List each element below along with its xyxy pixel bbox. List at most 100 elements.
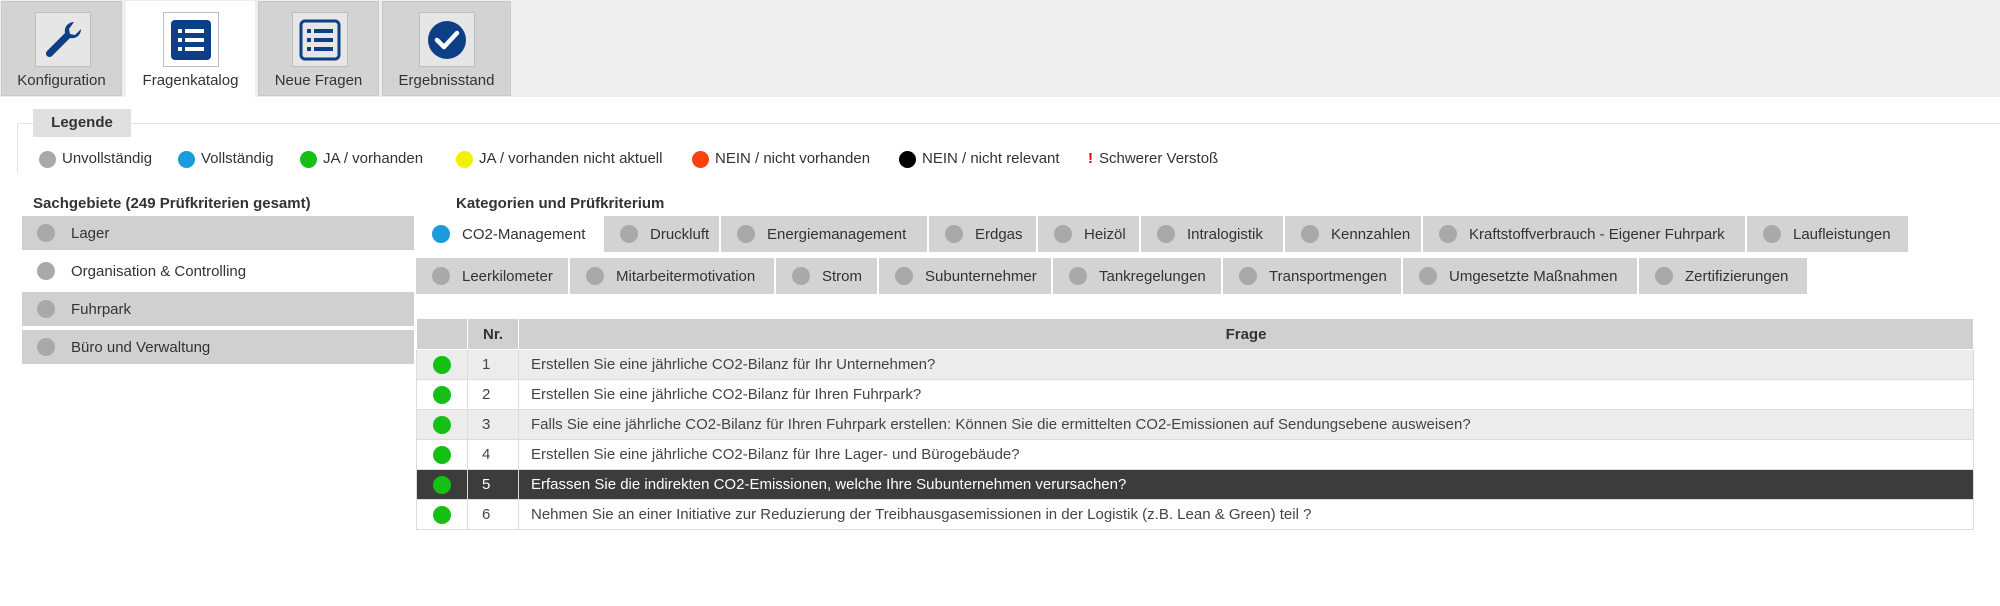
status-dot-icon	[37, 224, 55, 242]
legend-item-schwerer-verstoss: ! Schwerer Verstoß	[1088, 150, 1219, 167]
table-header-row: Nr. Frage	[416, 318, 1974, 350]
question-number: 6	[467, 499, 519, 530]
status-dot-icon	[39, 150, 56, 168]
column-header-frage: Frage	[518, 318, 1974, 350]
status-dot-icon	[1239, 267, 1257, 285]
question-text: Erstellen Sie eine jährliche CO2-Bilanz …	[518, 349, 1974, 380]
category-tab-umgesetzte-massnahmen[interactable]: Umgesetzte Maßnahmen	[1403, 258, 1639, 294]
status-yes-icon	[433, 445, 451, 464]
category-tab-intralogistik[interactable]: Intralogistik	[1141, 216, 1285, 252]
category-tab-mitarbeitermotivation[interactable]: Mitarbeitermotivation	[570, 258, 776, 294]
question-text: Erstellen Sie eine jährliche CO2-Bilanz …	[518, 379, 1974, 410]
category-tab-laufleistungen[interactable]: Laufleistungen	[1747, 216, 1910, 252]
question-number: 1	[467, 349, 519, 380]
status-dot-icon	[792, 267, 810, 285]
question-number: 3	[467, 409, 519, 440]
status-dot-icon	[692, 150, 709, 168]
status-dot-icon	[37, 262, 55, 280]
legend-item-unvollstaendig: Unvollständig	[39, 149, 152, 169]
category-tab-energiemanagement[interactable]: Energiemanagement	[721, 216, 929, 252]
table-row[interactable]: 1 Erstellen Sie eine jährliche CO2-Bilan…	[416, 349, 1974, 380]
status-dot-icon	[895, 267, 913, 285]
question-number: 4	[467, 439, 519, 470]
status-dot-icon	[456, 150, 473, 168]
tab-ergebnisstand[interactable]: Ergebnisstand	[382, 1, 511, 96]
status-dot-icon	[586, 267, 604, 285]
category-tab-zertifizierungen[interactable]: Zertifizierungen	[1639, 258, 1807, 294]
question-text: Erfassen Sie die indirekten CO2-Emission…	[518, 469, 1974, 500]
status-dot-icon	[1054, 225, 1072, 243]
table-row[interactable]: 2 Erstellen Sie eine jährliche CO2-Bilan…	[416, 379, 1974, 410]
sidebar-item-lager[interactable]: Lager	[22, 216, 414, 252]
question-number: 5	[467, 469, 519, 500]
question-text: Erstellen Sie eine jährliche CO2-Bilanz …	[518, 439, 1974, 470]
sachgebiete-title: Sachgebiete (249 Prüfkriterien gesamt)	[33, 195, 311, 212]
column-header-status	[416, 318, 468, 350]
tab-label: Fragenkatalog	[142, 72, 239, 89]
status-yes-icon	[433, 385, 451, 404]
sidebar-item-organisation-controlling[interactable]: Organisation & Controlling	[22, 254, 414, 290]
question-text: Nehmen Sie an einer Initiative zur Reduz…	[518, 499, 1974, 530]
table-row-selected[interactable]: 5 Erfassen Sie die indirekten CO2-Emissi…	[416, 469, 1974, 500]
wrench-icon	[35, 12, 91, 67]
tab-label: Neue Fragen	[274, 72, 363, 89]
legend-item-ja-vorhanden: JA / vorhanden	[300, 149, 423, 169]
category-tab-erdgas[interactable]: Erdgas	[929, 216, 1038, 252]
status-dot-icon	[1301, 225, 1319, 243]
status-dot-icon	[1655, 267, 1673, 285]
category-tab-druckluft[interactable]: Druckluft	[604, 216, 721, 252]
legend-item-vollstaendig: Vollständig	[178, 149, 274, 169]
status-dot-icon	[1439, 225, 1457, 243]
question-text: Falls Sie eine jährliche CO2-Bilanz für …	[518, 409, 1974, 440]
question-number: 2	[467, 379, 519, 410]
questions-table: Nr. Frage 1 Erstellen Sie eine jährliche…	[416, 318, 1974, 530]
sidebar-item-buero-verwaltung[interactable]: Büro und Verwaltung	[22, 330, 414, 366]
category-tab-transportmengen[interactable]: Transportmengen	[1223, 258, 1403, 294]
category-tab-leerkilometer[interactable]: Leerkilometer	[416, 258, 570, 294]
top-navigation: Konfiguration Fragenkatalog Neue Fragen	[0, 0, 2000, 97]
category-tab-co2-management[interactable]: CO2-Management	[416, 216, 604, 252]
status-yes-icon	[433, 505, 451, 524]
status-dot-icon	[178, 150, 195, 168]
category-tab-strom[interactable]: Strom	[776, 258, 879, 294]
status-dot-icon	[1763, 225, 1781, 243]
status-yes-icon	[433, 415, 451, 434]
list-icon	[292, 12, 348, 67]
status-dot-icon	[300, 150, 317, 168]
tab-konfiguration[interactable]: Konfiguration	[1, 1, 122, 96]
status-dot-icon	[620, 225, 638, 243]
sidebar-item-label: Lager	[71, 224, 110, 242]
exclamation-icon: !	[1088, 150, 1093, 167]
category-tab-tankregelungen[interactable]: Tankregelungen	[1053, 258, 1223, 294]
status-yes-icon	[433, 355, 451, 374]
status-yes-icon	[433, 475, 451, 494]
category-tab-kennzahlen[interactable]: Kennzahlen	[1285, 216, 1423, 252]
category-tab-subunternehmer[interactable]: Subunternehmer	[879, 258, 1053, 294]
status-dot-icon	[1419, 267, 1437, 285]
status-dot-icon	[737, 225, 755, 243]
category-tab-heizoel[interactable]: Heizöl	[1038, 216, 1141, 252]
check-circle-icon	[419, 12, 475, 67]
tab-neue-fragen[interactable]: Neue Fragen	[258, 1, 379, 96]
table-row[interactable]: 6 Nehmen Sie an einer Initiative zur Red…	[416, 499, 1974, 530]
table-row[interactable]: 4 Erstellen Sie eine jährliche CO2-Bilan…	[416, 439, 1974, 470]
legend-item-nein-nicht-vorhanden: NEIN / nicht vorhanden	[692, 149, 870, 169]
legend-item-ja-nicht-aktuell: JA / vorhanden nicht aktuell	[456, 149, 662, 169]
tab-label: Ergebnisstand	[398, 72, 495, 89]
column-header-nr: Nr.	[467, 318, 519, 350]
tab-fragenkatalog[interactable]: Fragenkatalog	[126, 1, 255, 97]
tab-label: Konfiguration	[17, 72, 106, 89]
status-dot-icon	[945, 225, 963, 243]
legend-item-nein-nicht-relevant: NEIN / nicht relevant	[899, 149, 1060, 169]
table-row[interactable]: 3 Falls Sie eine jährliche CO2-Bilanz fü…	[416, 409, 1974, 440]
status-dot-icon	[1157, 225, 1175, 243]
sidebar-item-fuhrpark[interactable]: Fuhrpark	[22, 292, 414, 328]
status-dot-icon	[432, 225, 450, 243]
status-dot-icon	[899, 150, 916, 168]
kategorien-title: Kategorien und Prüfkriterium	[456, 195, 665, 212]
sidebar-item-label: Büro und Verwaltung	[71, 338, 211, 356]
status-dot-icon	[1069, 267, 1087, 285]
category-tab-kraftstoffverbrauch[interactable]: Kraftstoffverbrauch - Eigener Fuhrpark	[1423, 216, 1747, 252]
status-dot-icon	[37, 338, 55, 356]
status-dot-icon	[432, 267, 450, 285]
